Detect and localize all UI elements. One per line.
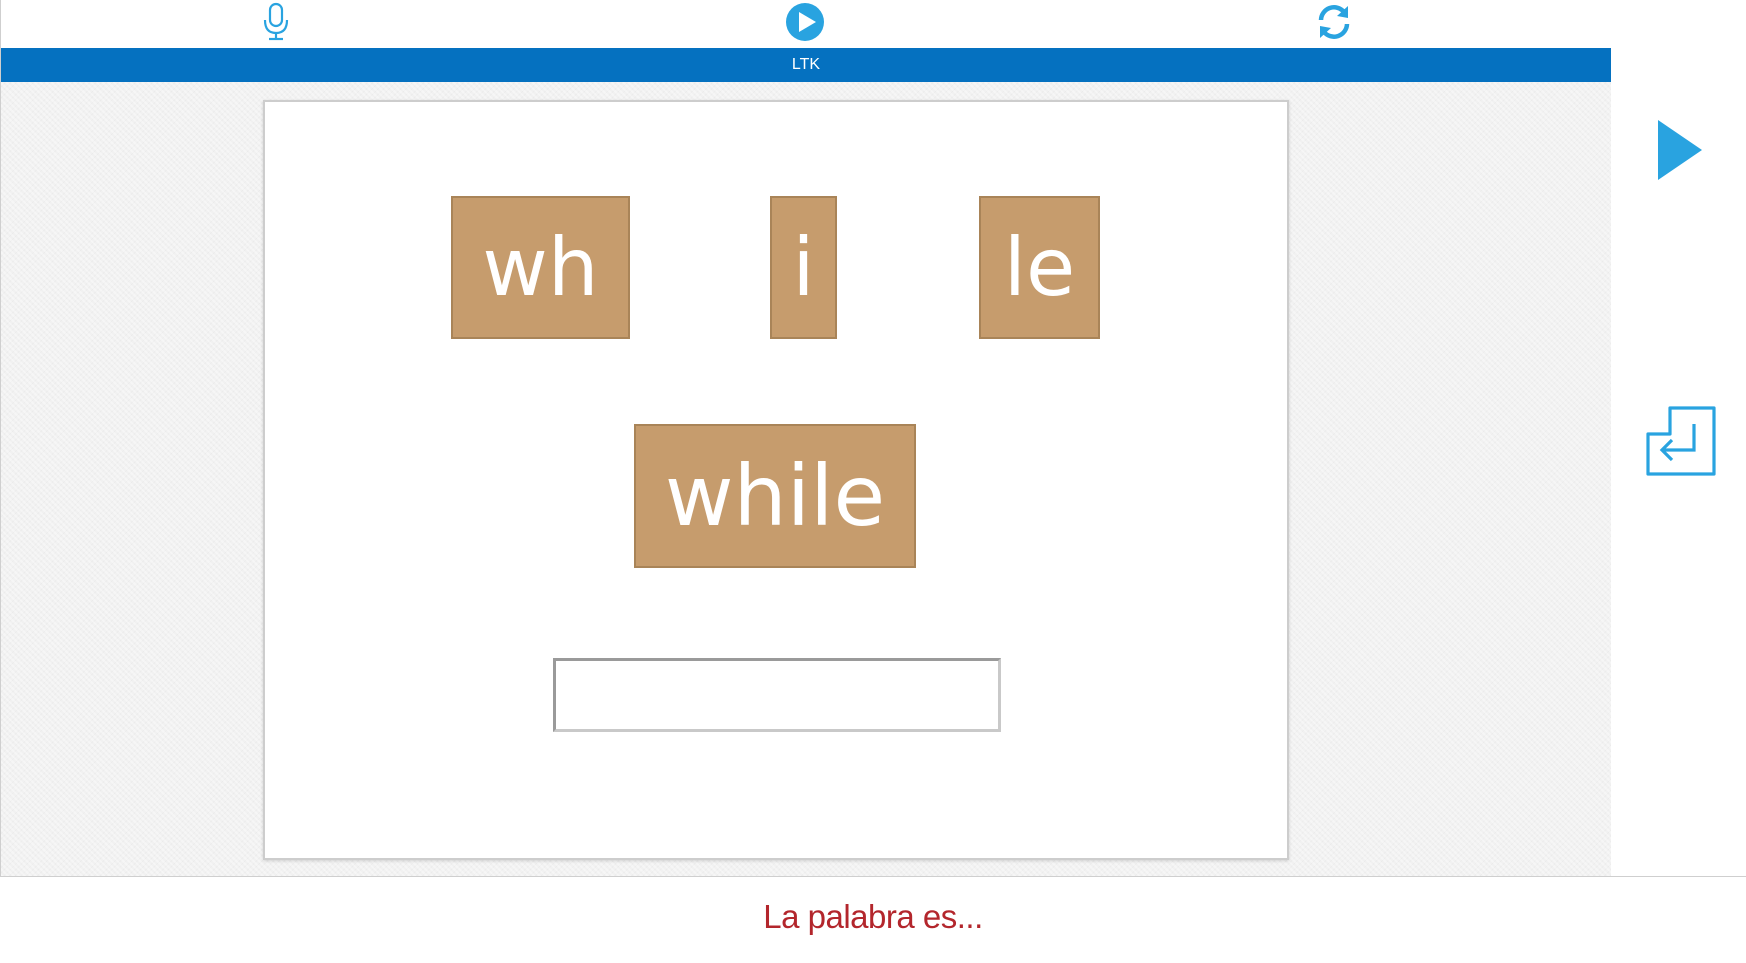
microphone-button[interactable] xyxy=(254,2,298,42)
toolbar xyxy=(1,0,1611,48)
prompt-text: La palabra es... xyxy=(763,898,983,935)
refresh-icon xyxy=(1318,5,1350,39)
syllable-tile[interactable]: wh xyxy=(451,196,630,339)
microphone-icon xyxy=(263,2,289,41)
play-triangle-icon xyxy=(1658,120,1702,180)
play-audio-button[interactable] xyxy=(783,2,827,42)
enter-button[interactable] xyxy=(1644,404,1718,483)
title-bar: LTK xyxy=(1,48,1611,82)
syllable-tile[interactable]: i xyxy=(770,196,837,339)
word-tile[interactable]: while xyxy=(634,424,916,568)
footer-divider xyxy=(0,876,1746,877)
app-frame: LTK wh i le while xyxy=(0,0,1611,876)
answer-input[interactable] xyxy=(553,658,1001,732)
play-circle-icon xyxy=(786,3,824,41)
syllable-tile[interactable]: le xyxy=(979,196,1100,339)
refresh-button[interactable] xyxy=(1312,2,1356,42)
next-button[interactable] xyxy=(1656,118,1704,187)
title-label: LTK xyxy=(791,56,821,73)
exercise-card: wh i le while xyxy=(263,100,1289,860)
enter-return-icon xyxy=(1646,406,1716,476)
